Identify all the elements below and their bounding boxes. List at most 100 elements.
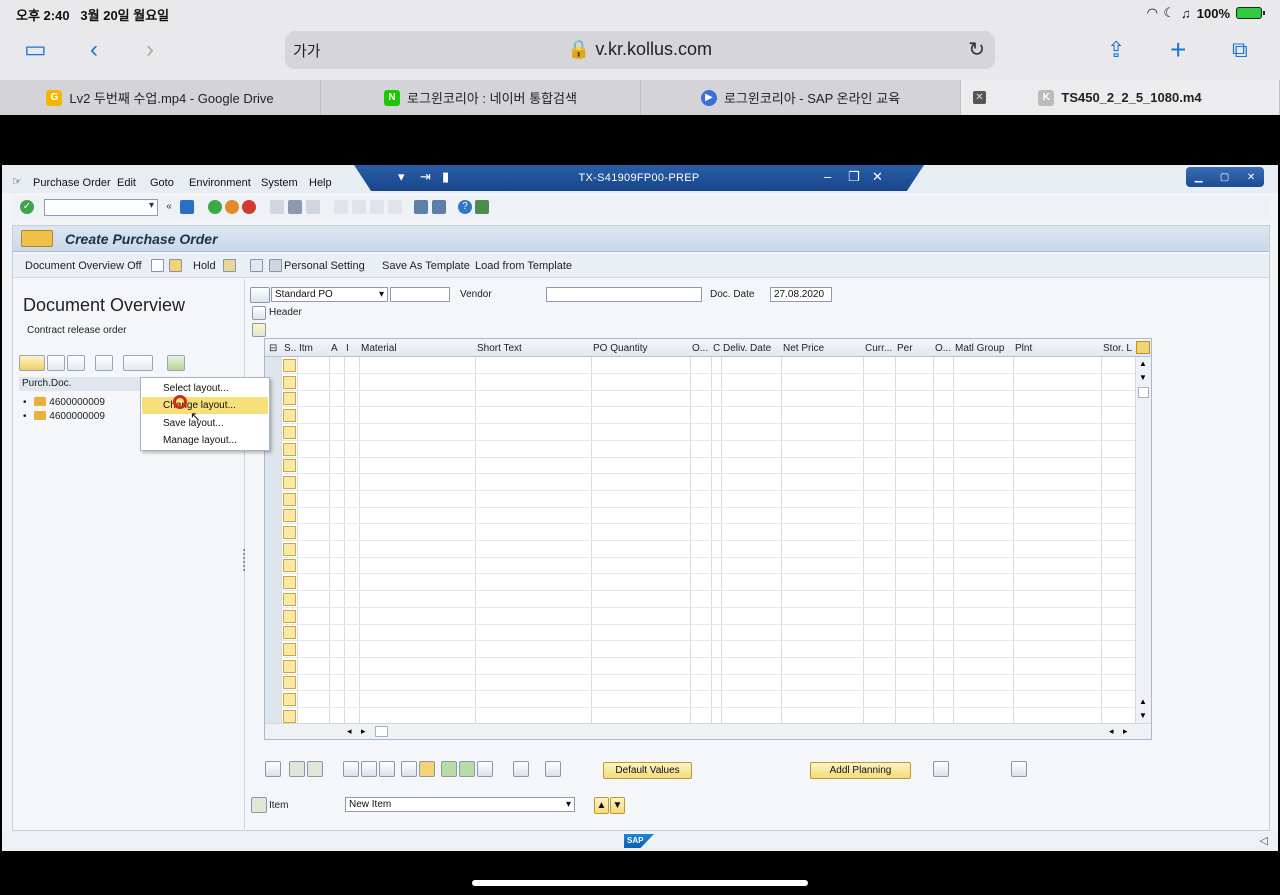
new-session-icon[interactable] (414, 200, 428, 214)
menu-system[interactable]: System (261, 177, 298, 189)
col-header-status[interactable]: S.. (284, 343, 296, 354)
settings-icon[interactable] (513, 761, 529, 777)
tab-sap-education[interactable]: ▶ 로그윈코리아 - SAP 온라인 교육 (641, 80, 961, 115)
doc-type-select[interactable]: Standard PO ▾ (271, 287, 388, 302)
selection-variant-button[interactable] (19, 355, 45, 371)
lock-icon[interactable] (361, 761, 377, 777)
col-header-short-text[interactable]: Short Text (477, 343, 587, 354)
address-bar[interactable]: 가가 🔒 v.kr.kollus.com ↻ (285, 31, 995, 69)
tabs-overview-icon[interactable]: ⧉ (1232, 36, 1248, 64)
next-item-button[interactable]: ▼ (610, 797, 625, 814)
scroll-up-icon[interactable]: ▲ (1139, 359, 1147, 368)
command-field[interactable] (44, 199, 158, 216)
copy-icon[interactable] (47, 355, 65, 371)
col-header-currency[interactable]: Curr... (865, 343, 893, 354)
row-status-cell[interactable] (283, 509, 296, 523)
scroll-down-bottom-icon[interactable]: ▼ (1139, 711, 1147, 720)
row-status-cell[interactable] (283, 475, 296, 489)
tab-video[interactable]: ✕ K TS450_2_2_5_1080.m4 (961, 80, 1280, 115)
menu-item-save-layout[interactable]: Save layout... (142, 415, 268, 432)
scroll-right-icon[interactable]: ▸ (361, 726, 366, 737)
win-minimize-icon[interactable]: ▁ (1195, 172, 1203, 183)
home-indicator[interactable] (472, 880, 808, 886)
menu-item-change-layout[interactable]: Change layout... (142, 397, 268, 414)
close-icon[interactable]: ✕ (872, 169, 883, 185)
hold-button[interactable]: Hold (193, 260, 216, 272)
col-header-po-quantity[interactable]: PO Quantity (593, 343, 689, 354)
menu-purchase-order[interactable]: Purchase Order (33, 177, 111, 189)
share-icon[interactable]: ⇪ (1107, 36, 1125, 64)
item-icon[interactable] (251, 797, 267, 813)
cancel-icon[interactable] (242, 200, 256, 214)
item-select[interactable]: New Item ▾ (345, 797, 575, 812)
hierarchy-icon[interactable] (167, 355, 185, 371)
find-icon[interactable] (288, 200, 302, 214)
planning-icon[interactable] (933, 761, 949, 777)
horizontal-scrollbar[interactable]: ◂ ▸ ◂ ▸ (265, 723, 1151, 739)
row-status-cell[interactable] (283, 659, 296, 673)
row-status-cell[interactable] (283, 642, 296, 656)
row-status-cell[interactable] (283, 409, 296, 423)
scroll-thumb[interactable] (1138, 387, 1149, 398)
purch-doc-row[interactable]: • 4600000009 (23, 397, 105, 408)
row-status-cell[interactable] (283, 559, 296, 573)
col-header-matl-group[interactable]: Matl Group (955, 343, 1013, 354)
collapse-icon[interactable]: « (162, 200, 176, 214)
print-icon[interactable] (270, 200, 284, 214)
menu-help[interactable]: Help (309, 177, 332, 189)
col-header-per[interactable]: Per (897, 343, 931, 354)
row-status-cell[interactable] (283, 492, 296, 506)
save-as-template-button[interactable]: Save As Template (382, 260, 470, 272)
document-icon[interactable] (1011, 761, 1027, 777)
scroll-down-icon[interactable]: ▼ (1139, 373, 1147, 382)
grid-settings-icon[interactable]: ⊟ (269, 343, 277, 354)
po-menu-icon[interactable] (21, 230, 53, 247)
row-status-cell[interactable] (283, 526, 296, 539)
refresh-icon[interactable] (67, 355, 85, 371)
tab-naver[interactable]: N 로그윈코리아 : 네이버 통합검색 (321, 80, 641, 115)
row-status-cell[interactable] (283, 576, 296, 590)
row-status-cell[interactable] (283, 359, 296, 372)
filter-icon[interactable] (477, 761, 493, 777)
sidebar-icon[interactable]: ▭ (24, 36, 47, 64)
column-chooser-icon[interactable] (1136, 341, 1150, 354)
col-header-order-price-unit[interactable]: O... (935, 343, 953, 354)
details-icon[interactable] (265, 761, 281, 777)
row-status-cell[interactable] (283, 392, 296, 406)
back-icon[interactable]: ‹ (90, 36, 98, 64)
purch-doc-column-header[interactable]: Purch.Doc. (19, 377, 149, 391)
load-from-template-button[interactable]: Load from Template (475, 260, 572, 272)
minimize-icon[interactable]: – (824, 169, 831, 184)
po-number-field[interactable] (390, 287, 450, 302)
header-expand-icon[interactable] (252, 306, 266, 320)
last-page-icon[interactable] (388, 200, 402, 214)
prev-page-icon[interactable] (352, 200, 366, 214)
help-icon[interactable]: ? (458, 200, 472, 214)
col-header-plant[interactable]: Plnt (1015, 343, 1099, 354)
column-icon[interactable] (545, 761, 561, 777)
reload-icon[interactable]: ↻ (968, 37, 985, 62)
vendor-field[interactable] (546, 287, 702, 302)
tab-google-drive[interactable]: G Lv2 두번째 수업.mp4 - Google Drive (0, 80, 321, 115)
restore-icon[interactable]: ❐ (848, 169, 860, 185)
personal-setting-button[interactable]: Personal Setting (284, 260, 365, 272)
col-header-stor-loc[interactable]: Stor. L (1103, 343, 1135, 354)
document-overview-off-button[interactable]: Document Overview Off (25, 260, 142, 272)
close-tab-icon[interactable]: ✕ (973, 91, 986, 104)
hscroll-thumb[interactable] (375, 726, 388, 737)
shortcut-icon[interactable] (432, 200, 446, 214)
status-collapse-icon[interactable]: ◁ (1260, 834, 1268, 847)
col-header-net-price[interactable]: Net Price (783, 343, 861, 354)
item-overview-icon[interactable] (252, 323, 266, 337)
row-status-cell[interactable] (283, 425, 296, 439)
delete-icon[interactable] (343, 761, 359, 777)
row-status-cell[interactable] (283, 609, 296, 623)
col-header-deliv-date[interactable]: Deliv. Date (723, 343, 779, 354)
row-status-cell[interactable] (283, 442, 296, 456)
menu-item-manage-layout[interactable]: Manage layout... (142, 432, 268, 449)
menu-environment[interactable]: Environment (189, 177, 251, 189)
forward-icon[interactable]: › (146, 36, 154, 64)
other-document-icon[interactable] (169, 259, 182, 272)
back-green-icon[interactable] (208, 200, 222, 214)
next-page-icon[interactable] (370, 200, 384, 214)
